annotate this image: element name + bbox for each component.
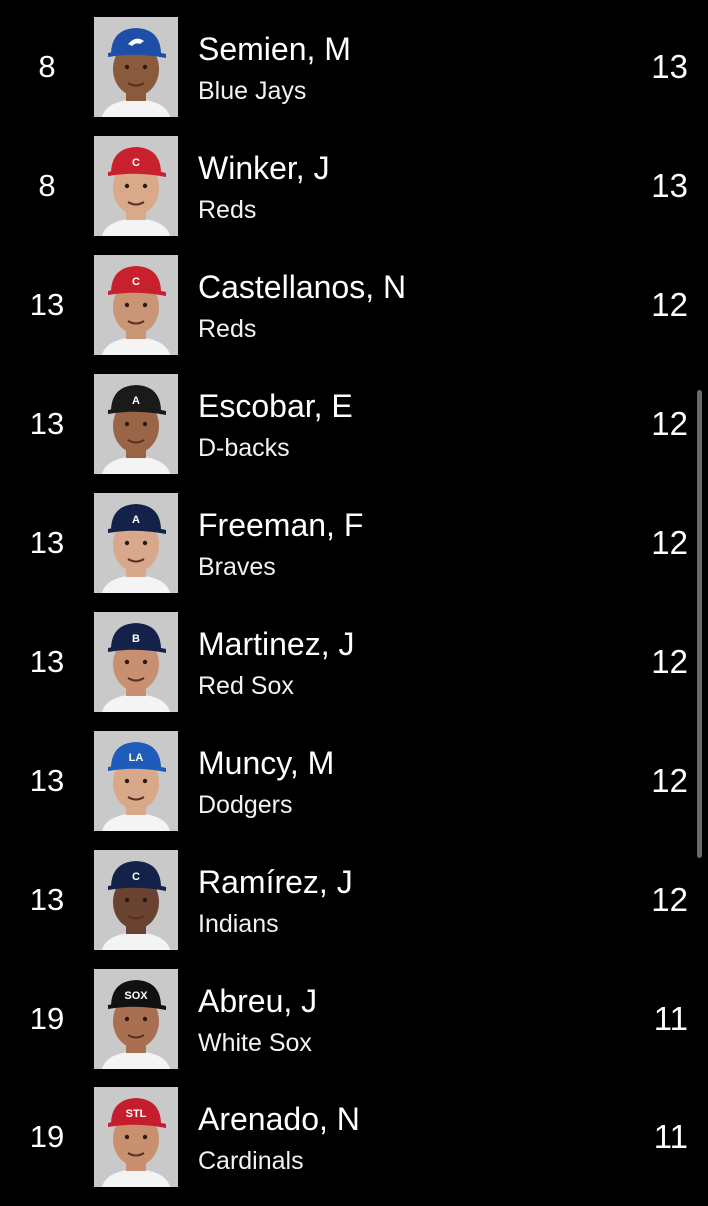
player-name: Muncy, M (198, 745, 335, 781)
stat-value: 12 (651, 286, 688, 323)
player-name: Winker, J (198, 150, 330, 186)
player-row-abreu[interactable]: 19 SOX Abreu, J White Sox 11 (0, 969, 708, 1088)
stat-value: 13 (651, 48, 688, 85)
player-headshot: A (94, 374, 178, 474)
headshot-illustration: C (94, 136, 178, 236)
cap-logo-icon: C (132, 276, 140, 288)
cap-logo-icon: B (132, 633, 140, 645)
cap-logo-icon: C (132, 157, 140, 169)
stat-value: 13 (651, 167, 688, 204)
player-name: Arenado, N (198, 1101, 360, 1137)
team-name: Braves (198, 553, 276, 581)
player-row-ramirez[interactable]: 13 C Ramírez, J Indians 12 (0, 850, 708, 969)
cap-logo-icon: SOX (124, 990, 148, 1002)
player-headshot: B (94, 612, 178, 712)
rank-label: 8 (38, 49, 56, 84)
player-name: Castellanos, N (198, 269, 407, 305)
player-row-escobar[interactable]: 13 A Escobar, E D-backs 12 (0, 374, 708, 493)
team-name: Indians (198, 910, 279, 938)
rank-label: 13 (29, 644, 65, 679)
headshot-illustration: C (94, 850, 178, 950)
rank-label: 19 (29, 1001, 65, 1036)
player-name: Freeman, F (198, 507, 364, 543)
stat-value: 12 (651, 881, 688, 918)
player-row-winker[interactable]: 8 C Winker, J Reds 13 (0, 136, 708, 255)
rank-label: 13 (29, 763, 65, 798)
player-headshot: C (94, 136, 178, 236)
team-name: Red Sox (198, 672, 294, 700)
rank-label: 13 (29, 882, 65, 917)
player-row-semien[interactable]: 8 Semien, M Blue Jays 13 (0, 17, 708, 136)
player-row-arenado[interactable]: 19 STL Arenado, N Cardinals 11 (0, 1087, 708, 1206)
stat-value: 11 (653, 1000, 688, 1037)
rank-label: 8 (38, 168, 56, 203)
player-row-martinez[interactable]: 13 B Martinez, J Red Sox 12 (0, 612, 708, 731)
headshot-illustration: A (94, 493, 178, 593)
rank-label: 13 (29, 287, 65, 322)
team-name: Blue Jays (198, 77, 307, 105)
team-name: Cardinals (198, 1147, 304, 1175)
scrollbar[interactable] (697, 390, 702, 858)
rank-label: 19 (29, 1119, 65, 1154)
rank-label: 13 (29, 525, 65, 560)
team-name: D-backs (198, 434, 290, 462)
stat-value: 12 (651, 762, 688, 799)
team-name: White Sox (198, 1029, 312, 1057)
cap-logo-icon: C (132, 871, 140, 883)
headshot-illustration: LA (94, 731, 178, 831)
player-name: Escobar, E (198, 388, 353, 424)
headshot-illustration: C (94, 255, 178, 355)
cap-logo-icon: A (132, 514, 140, 526)
cap-logo-icon: A (132, 395, 140, 407)
stat-value: 12 (651, 405, 688, 442)
headshot-illustration: STL (94, 1087, 178, 1187)
stat-value: 12 (651, 524, 688, 561)
player-row-castellanos[interactable]: 13 C Castellanos, N Reds 12 (0, 255, 708, 374)
player-name: Abreu, J (198, 983, 318, 1019)
team-name: Dodgers (198, 791, 293, 819)
stat-value: 12 (651, 643, 688, 680)
player-name: Ramírez, J (198, 864, 353, 900)
team-name: Reds (198, 315, 257, 343)
headshot-illustration (94, 17, 178, 117)
headshot-illustration: B (94, 612, 178, 712)
player-headshot (94, 17, 178, 117)
cap-logo-icon: LA (129, 752, 144, 764)
cap-logo-icon: STL (126, 1108, 147, 1120)
rank-label: 13 (29, 406, 65, 441)
stat-value: 11 (653, 1118, 688, 1155)
headshot-illustration: A (94, 374, 178, 474)
player-headshot: LA (94, 731, 178, 831)
headshot-illustration: SOX (94, 969, 178, 1069)
player-headshot: STL (94, 1087, 178, 1187)
player-headshot: A (94, 493, 178, 593)
player-headshot: SOX (94, 969, 178, 1069)
player-headshot: C (94, 850, 178, 950)
player-name: Martinez, J (198, 626, 355, 662)
player-row-muncy[interactable]: 13 LA Muncy, M Dodgers 12 (0, 731, 708, 850)
player-headshot: C (94, 255, 178, 355)
player-row-freeman[interactable]: 13 A Freeman, F Braves 12 (0, 493, 708, 612)
player-name: Semien, M (198, 31, 351, 67)
team-name: Reds (198, 196, 257, 224)
